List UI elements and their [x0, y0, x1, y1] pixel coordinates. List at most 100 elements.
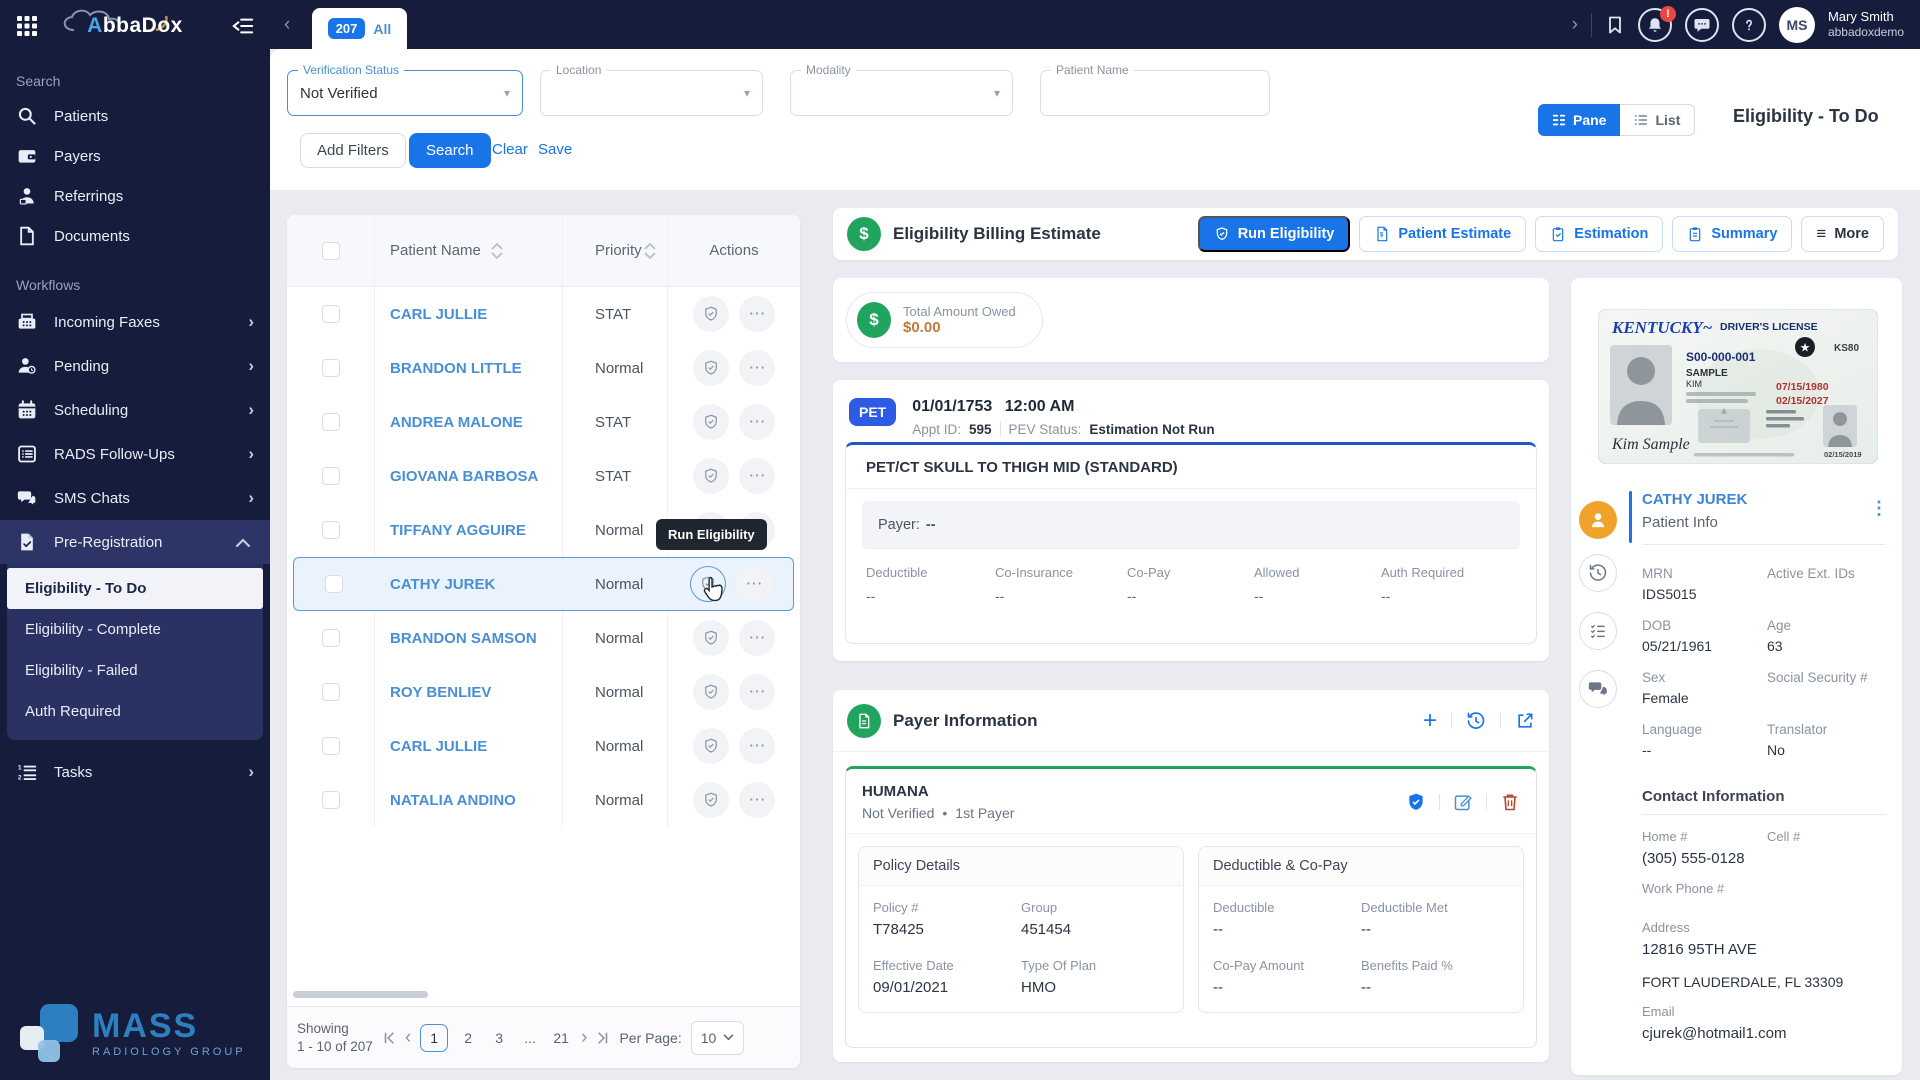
help-button[interactable]: [1732, 8, 1766, 42]
row-checkbox[interactable]: [322, 521, 340, 539]
table-row[interactable]: ANDREA MALONE STAT ⋯: [287, 395, 800, 449]
edit-payer-button[interactable]: [1453, 792, 1473, 812]
payer-history-button[interactable]: [1466, 711, 1486, 731]
tab-all-label[interactable]: All: [373, 21, 391, 37]
delete-payer-button[interactable]: [1500, 792, 1520, 812]
sidebar-item-patients[interactable]: Patients: [0, 96, 270, 136]
column-priority[interactable]: Priority: [595, 242, 642, 259]
table-row[interactable]: NATALIA ANDINO Normal ⋯: [287, 773, 800, 827]
row-more-button[interactable]: ⋯: [739, 296, 775, 332]
row-checkbox[interactable]: [322, 359, 340, 377]
page-button[interactable]: 3: [488, 1030, 510, 1046]
sidebar-item-payers[interactable]: Payers: [0, 136, 270, 176]
run-eligibility-row-button[interactable]: [693, 674, 729, 710]
row-more-button[interactable]: ⋯: [739, 404, 775, 440]
run-eligibility-row-button[interactable]: [693, 458, 729, 494]
table-row[interactable]: GIOVANA BARBOSA STAT ⋯: [287, 449, 800, 503]
row-checkbox[interactable]: [325, 575, 343, 593]
patient-name-link[interactable]: ROY BENLIEV: [390, 684, 491, 701]
run-eligibility-row-button[interactable]: [693, 620, 729, 656]
run-eligibility-row-button[interactable]: [693, 404, 729, 440]
view-pane-button[interactable]: Pane: [1538, 104, 1620, 136]
add-payer-button[interactable]: +: [1423, 709, 1437, 733]
sidebar-subitem-eligibility-complete[interactable]: Eligibility - Complete: [7, 609, 263, 650]
patient-name-link[interactable]: NATALIA ANDINO: [390, 792, 516, 809]
sidebar-item-pre-registration[interactable]: Pre-Registration: [0, 520, 270, 564]
page-button[interactable]: 2: [457, 1030, 479, 1046]
save-link[interactable]: Save: [538, 141, 572, 158]
table-row[interactable]: CARL JULLIE STAT ⋯: [287, 287, 800, 341]
view-list-button[interactable]: List: [1620, 104, 1695, 136]
modality-select[interactable]: Modality ▾: [790, 70, 1013, 116]
row-checkbox[interactable]: [322, 305, 340, 323]
active-worklist-tab[interactable]: 207 All: [312, 8, 407, 49]
row-checkbox[interactable]: [322, 683, 340, 701]
sort-icon[interactable]: [644, 242, 656, 260]
search-button[interactable]: Search: [409, 133, 491, 168]
select-all-checkbox[interactable]: [322, 242, 340, 260]
sidebar-subitem-eligibility-failed[interactable]: Eligibility - Failed: [7, 650, 263, 691]
row-checkbox[interactable]: [322, 467, 340, 485]
apps-grid-icon[interactable]: [16, 15, 38, 37]
estimation-button[interactable]: Estimation: [1535, 216, 1663, 252]
run-eligibility-row-button[interactable]: [693, 296, 729, 332]
user-avatar[interactable]: MS: [1779, 7, 1815, 43]
sidebar-item-incoming-faxes[interactable]: Incoming Faxes ›: [0, 300, 270, 344]
prev-page-button[interactable]: ‹: [405, 1027, 411, 1049]
sidebar-item-pending[interactable]: Pending ›: [0, 344, 270, 388]
patient-name-link[interactable]: TIFFANY AGGUIRE: [390, 522, 526, 539]
patient-name-input[interactable]: Patient Name: [1040, 70, 1270, 116]
collapse-sidebar-icon[interactable]: [232, 15, 254, 37]
summary-button[interactable]: Summary: [1672, 216, 1792, 252]
checklist-tab[interactable]: [1579, 612, 1617, 650]
run-eligibility-row-button[interactable]: [693, 350, 729, 386]
drivers-license-image[interactable]: KENTUCKY~ DRIVER'S LICENSE KS80 ★ S00-00…: [1598, 309, 1878, 464]
row-more-button[interactable]: ⋯: [739, 674, 775, 710]
add-filters-button[interactable]: Add Filters: [300, 133, 406, 168]
sidebar-item-scheduling[interactable]: Scheduling ›: [0, 388, 270, 432]
column-patient-name[interactable]: Patient Name: [390, 242, 481, 259]
patient-name-link[interactable]: CARL JULLIE: [390, 738, 487, 755]
sidebar-item-rads-follow-ups[interactable]: RADS Follow-Ups ›: [0, 432, 270, 476]
tabs-scroll-right-icon[interactable]: ›: [1572, 14, 1578, 36]
run-eligibility-row-button[interactable]: [693, 728, 729, 764]
patient-name-link[interactable]: BRANDON LITTLE: [390, 360, 522, 377]
patient-name-link[interactable]: CATHY JUREK: [1642, 491, 1747, 508]
page-button-last[interactable]: 21: [550, 1030, 572, 1046]
run-eligibility-button[interactable]: Run Eligibility: [1198, 216, 1351, 252]
row-more-button[interactable]: ⋯: [739, 350, 775, 386]
sort-icon[interactable]: [491, 242, 503, 260]
sidebar-subitem-auth-required[interactable]: Auth Required: [7, 691, 263, 732]
table-row[interactable]: BRANDON SAMSON Normal ⋯: [287, 611, 800, 665]
tabs-scroll-left-icon[interactable]: ‹: [284, 14, 290, 36]
row-more-button[interactable]: ⋯: [739, 620, 775, 656]
patient-info-tab[interactable]: [1579, 501, 1617, 539]
sidebar-item-sms-chats[interactable]: SMS Chats ›: [0, 476, 270, 520]
row-more-button[interactable]: ⋯: [736, 566, 772, 602]
history-tab[interactable]: [1579, 554, 1617, 592]
verification-status-select[interactable]: Verification Status Not Verified ▾: [287, 70, 523, 116]
more-button[interactable]: ≡ More: [1801, 216, 1884, 252]
sidebar-item-documents[interactable]: Documents: [0, 216, 270, 256]
row-checkbox[interactable]: [322, 737, 340, 755]
location-select[interactable]: Location ▾: [540, 70, 763, 116]
patient-estimate-button[interactable]: $ Patient Estimate: [1359, 216, 1526, 252]
notifications-button[interactable]: !: [1638, 8, 1672, 42]
sidebar-item-tasks[interactable]: 12 Tasks ›: [0, 750, 270, 794]
sms-messages-button[interactable]: [1685, 8, 1719, 42]
bookmark-icon[interactable]: [1605, 15, 1625, 35]
sidebar-subitem-eligibility-to-do[interactable]: Eligibility - To Do: [7, 568, 263, 609]
row-more-button[interactable]: ⋯: [739, 728, 775, 764]
last-page-button[interactable]: [596, 1031, 610, 1045]
table-row[interactable]: CARL JULLIE Normal ⋯: [287, 719, 800, 773]
patient-name-link[interactable]: BRANDON SAMSON: [390, 630, 537, 647]
patient-menu-button[interactable]: ⋮: [1870, 498, 1888, 519]
row-checkbox[interactable]: [322, 413, 340, 431]
row-checkbox[interactable]: [322, 629, 340, 647]
row-checkbox[interactable]: [322, 791, 340, 809]
clear-link[interactable]: Clear: [492, 141, 528, 158]
patient-name-link[interactable]: CATHY JUREK: [390, 576, 495, 593]
patient-name-link[interactable]: CARL JULLIE: [390, 306, 487, 323]
per-page-select[interactable]: 10: [691, 1021, 745, 1055]
run-eligibility-row-button[interactable]: [693, 782, 729, 818]
